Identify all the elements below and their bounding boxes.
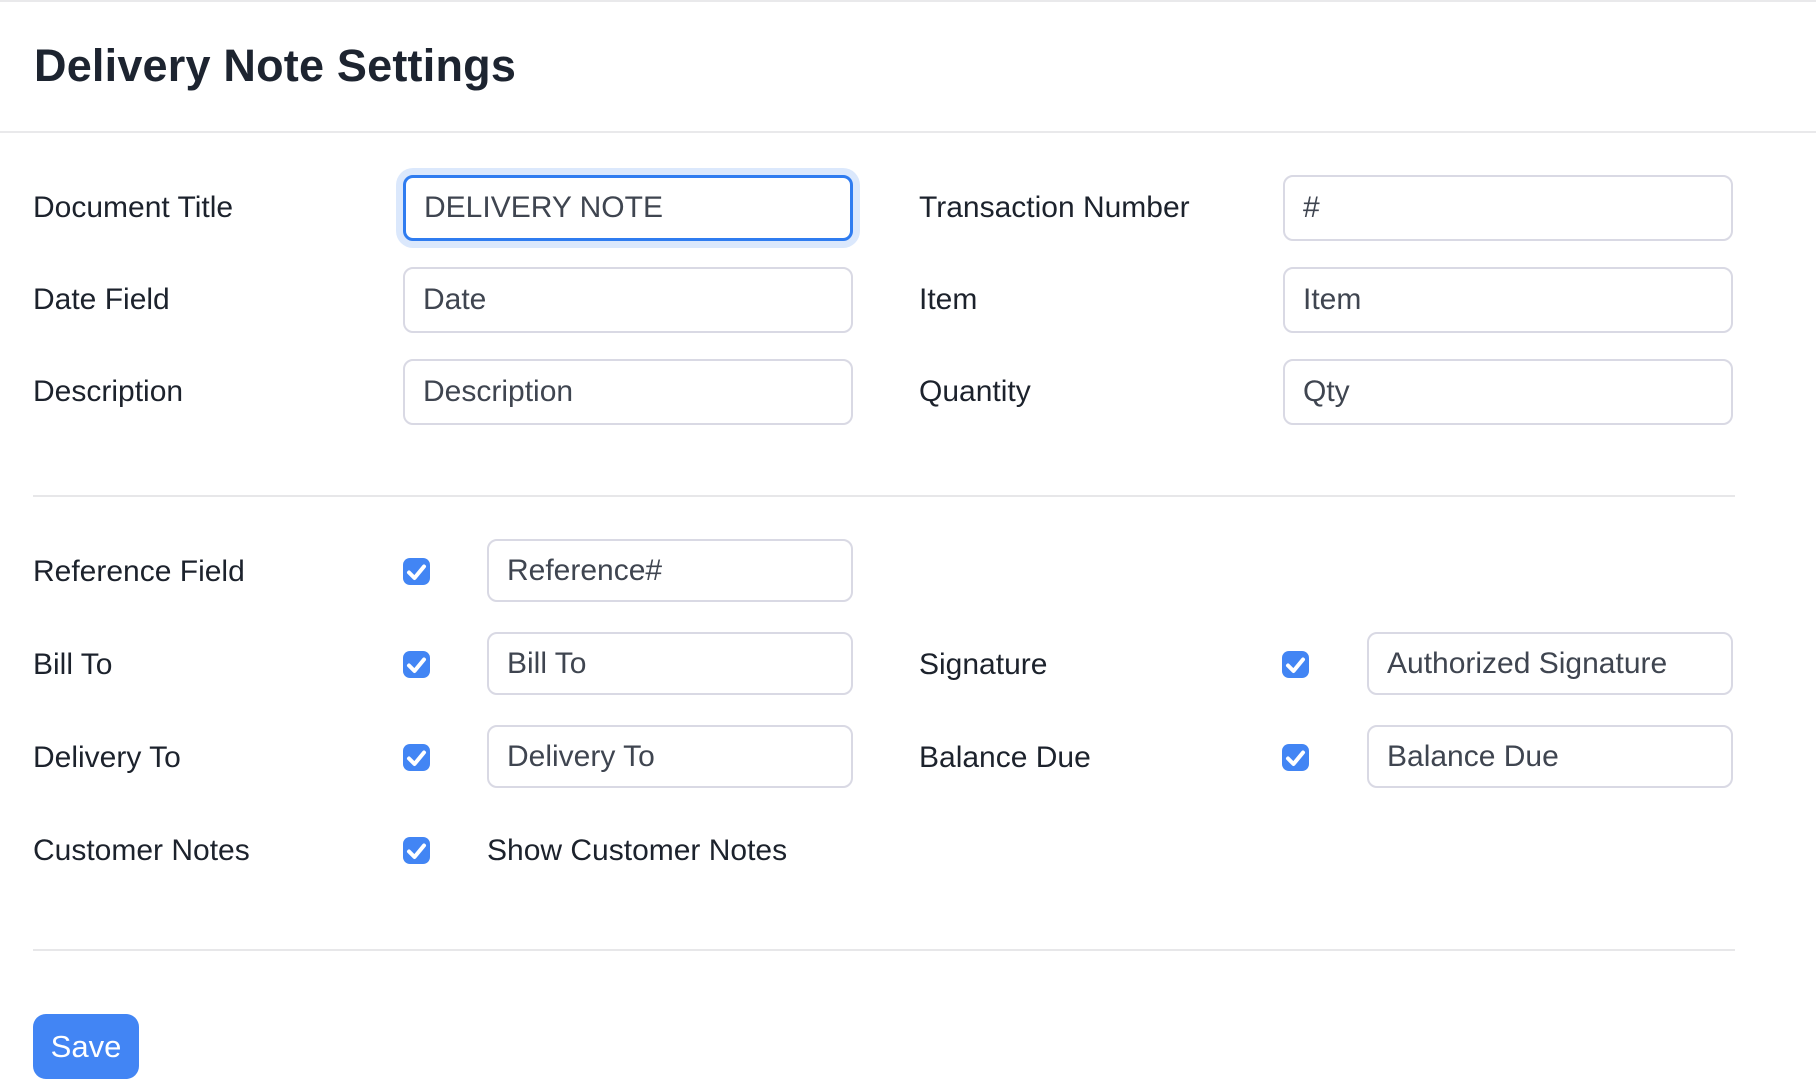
bill-to-input[interactable] [487,632,853,695]
checkmark-icon [403,558,430,585]
item-label: Item [919,267,977,333]
delivery-to-checkbox[interactable] [403,744,430,771]
delivery-to-input[interactable] [487,725,853,788]
description-input[interactable] [403,359,853,425]
transaction-number-input[interactable] [1283,175,1733,241]
signature-input[interactable] [1367,632,1733,695]
section-divider-bottom [33,949,1735,951]
document-title-input[interactable] [403,175,853,241]
customer-notes-label: Customer Notes [33,837,250,864]
balance-due-checkbox[interactable] [1282,744,1309,771]
date-field-input[interactable] [403,267,853,333]
description-label: Description [33,359,183,425]
save-button[interactable]: Save [33,1014,139,1079]
checkmark-icon [403,837,430,864]
signature-checkbox[interactable] [1282,651,1309,678]
item-input[interactable] [1283,267,1733,333]
balance-due-label: Balance Due [919,744,1091,771]
bill-to-checkbox[interactable] [403,651,430,678]
quantity-label: Quantity [919,359,1031,425]
bill-to-label: Bill To [33,651,112,678]
delivery-to-label: Delivery To [33,744,181,771]
reference-field-input[interactable] [487,539,853,602]
checkmark-icon [1282,651,1309,678]
signature-label: Signature [919,651,1047,678]
checkmark-icon [403,651,430,678]
page-header: Delivery Note Settings [0,2,1816,133]
balance-due-input[interactable] [1367,725,1733,788]
reference-field-label: Reference Field [33,558,245,585]
page-title: Delivery Note Settings [34,40,516,92]
reference-field-checkbox[interactable] [403,558,430,585]
checkmark-icon [1282,744,1309,771]
transaction-number-label: Transaction Number [919,175,1190,241]
checkmark-icon [403,744,430,771]
delivery-note-settings-page: { "header": { "title": "Delivery Note Se… [0,0,1816,1078]
date-field-label: Date Field [33,267,170,333]
section-divider-top [33,495,1735,497]
customer-notes-checkbox[interactable] [403,837,430,864]
show-customer-notes-text: Show Customer Notes [487,837,787,864]
document-title-label: Document Title [33,175,233,241]
quantity-input[interactable] [1283,359,1733,425]
